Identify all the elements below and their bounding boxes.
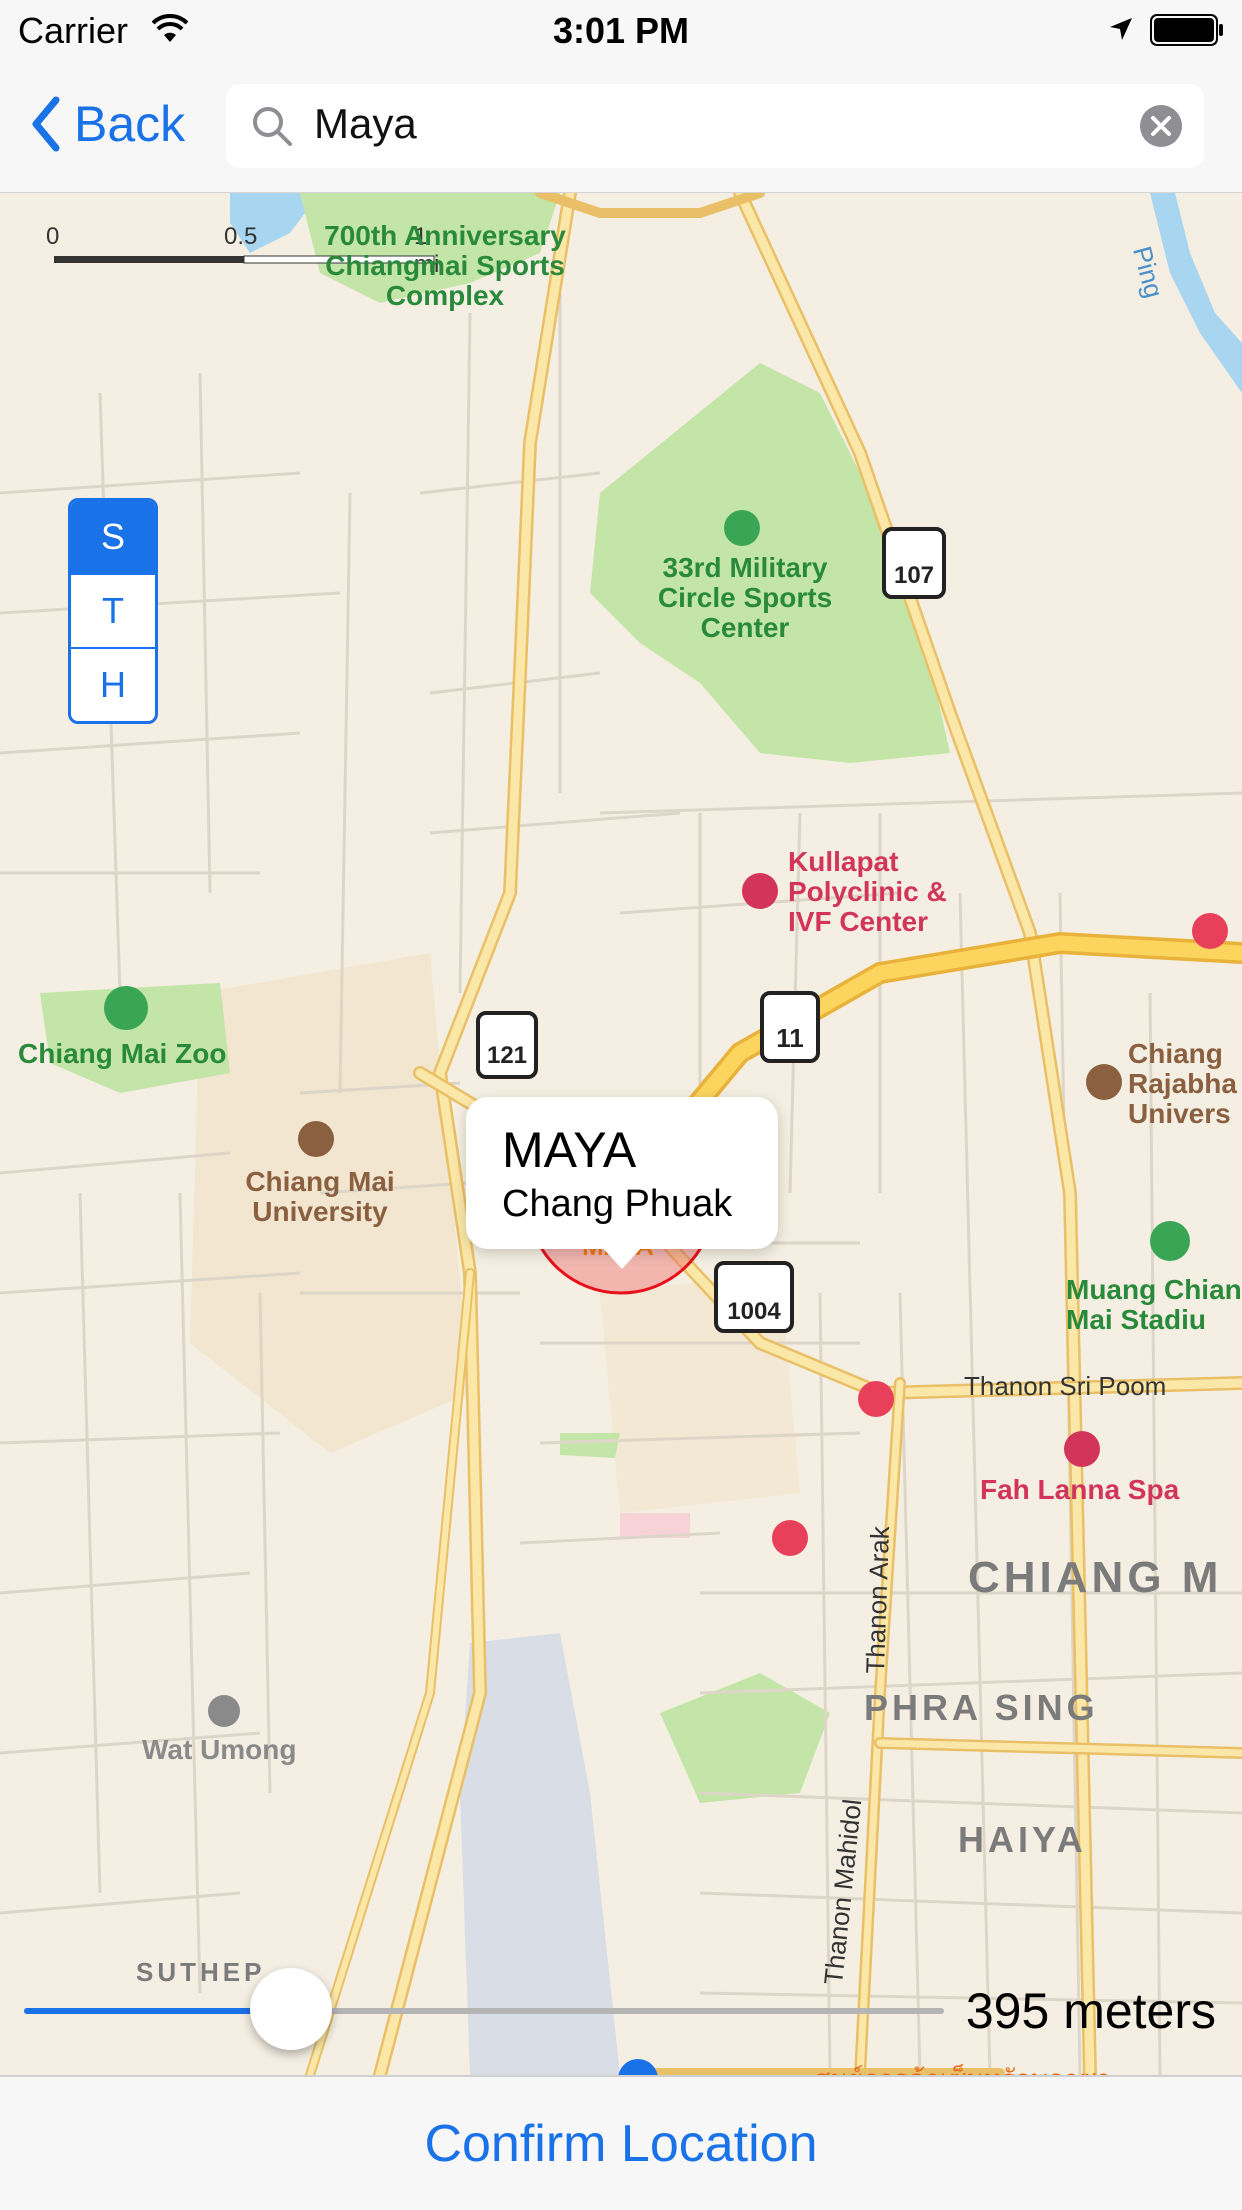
map-type-standard[interactable]: S (71, 501, 155, 575)
label-military-center: 33rd Military Circle Sports Center (657, 552, 833, 643)
back-label: Back (74, 96, 186, 152)
radius-slider-track[interactable] (24, 2008, 944, 2014)
label-district-haiya: HAIYA (958, 1819, 1087, 1860)
location-callout[interactable]: MAYA Chang Phuak (466, 1097, 778, 1269)
route-shield-1004: 1004 (727, 1298, 781, 1325)
confirm-location-button[interactable]: Confirm Location (0, 2075, 1242, 2210)
scale-tick-half: 0.5 (224, 223, 258, 250)
back-button[interactable]: Back (30, 92, 185, 156)
label-district-phra-sing: PHRA SING (864, 1687, 1099, 1728)
route-shield-107: 107 (894, 562, 934, 589)
label-central-plaza-thai: ศูนย์การค้าเซ็นทรัลพลาซา (814, 2059, 1111, 2075)
label-anniversary: 700th Anniversary Chiangmai Sports Compl… (324, 220, 566, 311)
status-time: 3:01 PM (552, 10, 690, 51)
map-view[interactable]: 107 11 121 1004 0 0.5 1 mi S T H 700th A… (0, 193, 1242, 2075)
confirm-location-label: Confirm Location (424, 2114, 818, 2173)
label-road-arak: Thanon Arak (860, 1525, 896, 1675)
label-chiang-mai-zoo: Chiang Mai Zoo (18, 1038, 227, 1069)
map-type-hybrid[interactable]: H (71, 649, 155, 721)
callout-subtitle: Chang Phuak (502, 1183, 733, 1225)
label-stadium: Muang Chian Mai Stadiu (1066, 1274, 1242, 1335)
callout-tail (602, 1247, 642, 1269)
label-wat-umong: Wat Umong (142, 1734, 297, 1765)
search-input[interactable]: Maya (314, 100, 417, 148)
location-arrow-icon (1110, 18, 1132, 40)
scale-tick-0: 0 (46, 223, 60, 250)
route-shield-121: 121 (487, 1042, 527, 1069)
chevron-left-icon (32, 96, 60, 152)
callout-title: MAYA (502, 1122, 637, 1178)
label-fah-lanna-spa: Fah Lanna Spa (980, 1474, 1180, 1505)
label-district-suthep: SUTHEP (136, 1957, 266, 1987)
status-bar: Carrier 3:01 PM (0, 0, 1242, 60)
map-type-control[interactable]: S T H (68, 498, 158, 724)
radius-slider-thumb[interactable] (249, 1968, 332, 2050)
label-road-sri-poom: Thanon Sri Poom (964, 1371, 1167, 1401)
label-district-chiang-mai: CHIANG M (968, 1553, 1223, 1602)
radius-label: 395 meters (965, 1983, 1216, 2039)
map-type-transit[interactable]: T (71, 575, 155, 649)
label-chiang-mai-university: Chiang Mai University (245, 1166, 395, 1227)
route-shield-11: 11 (776, 1023, 804, 1053)
battery-icon (1150, 14, 1223, 46)
clear-search-icon[interactable] (1140, 105, 1182, 147)
search-icon (253, 107, 292, 146)
label-kullapat: Kullapat Polyclinic & IVF Center (788, 846, 947, 937)
label-rajabhat: Chiang Rajabha Univers (1128, 1038, 1237, 1129)
search-field[interactable]: Maya (226, 84, 1204, 168)
navigation-bar: Back Maya (0, 60, 1242, 194)
